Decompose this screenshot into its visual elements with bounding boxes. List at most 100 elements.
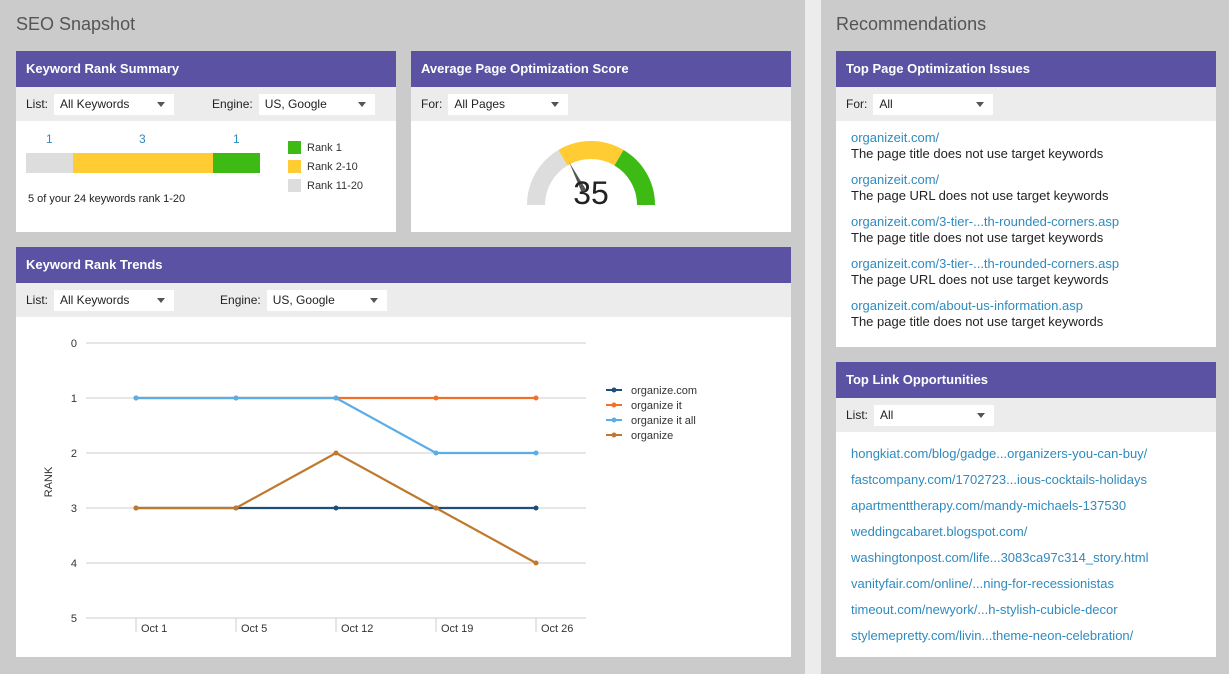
chevron-down-icon — [157, 101, 166, 107]
for-label: For: — [421, 97, 443, 111]
issue-item: organizeit.com/ The page title does not … — [851, 130, 1201, 162]
engine-select-value: US, Google — [264, 96, 327, 111]
filter-bar: List: All Keywords Engine: US, Google — [16, 283, 791, 317]
issue-description: The page title does not use target keywo… — [851, 314, 1104, 329]
links-filter-value: All — [880, 407, 894, 422]
pages-select[interactable]: All Pages — [448, 93, 569, 115]
rank-2-10-segment — [72, 153, 214, 173]
link-opportunity[interactable]: hongkiat.com/blog/gadge...organizers-you… — [851, 446, 1147, 461]
data-point — [233, 505, 239, 511]
chevron-down-icon — [976, 101, 985, 107]
link-opportunity[interactable]: weddingcabaret.blogspot.com/ — [851, 524, 1027, 539]
data-point — [433, 395, 439, 401]
link-opportunity[interactable]: stylemepretty.com/livin...theme-neon-cel… — [851, 628, 1133, 643]
issue-url-link[interactable]: organizeit.com/about-us-information.asp — [851, 298, 1083, 313]
issue-description: The page title does not use target keywo… — [851, 146, 1104, 161]
panel-header: Keyword Rank Summary — [16, 51, 396, 87]
legend-label: organize it — [631, 400, 682, 412]
engine-label: Engine: — [212, 97, 253, 111]
recommendations-title: Recommendations — [836, 14, 987, 34]
legend-label: organize — [631, 430, 673, 442]
issue-item: organizeit.com/3-tier-...th-rounded-corn… — [851, 256, 1201, 288]
links-filter-select[interactable]: All — [874, 404, 995, 426]
issues-filter-value: All — [879, 96, 893, 111]
issue-url-link[interactable]: organizeit.com/ — [851, 130, 939, 145]
list-select-value: All Keywords — [60, 292, 130, 307]
filter-bar: For: All — [836, 87, 1216, 121]
series-line — [136, 396, 536, 455]
link-opportunity[interactable]: timeout.com/newyork/...h-stylish-cubicle… — [851, 602, 1118, 617]
issue-item: organizeit.com/about-us-information.asp … — [851, 298, 1201, 330]
filter-bar: List: All — [836, 398, 1216, 432]
engine-label: Engine: — [220, 293, 261, 307]
seo-snapshot-title: SEO Snapshot — [16, 14, 136, 34]
issues-filter-select[interactable]: All — [873, 93, 994, 115]
rank-summary-body: 1 3 1 Rank 1 Rank 2-10 Rank 11-20 5 of y… — [16, 121, 396, 232]
data-point — [433, 505, 439, 511]
legend-marker — [611, 432, 617, 438]
chevron-down-icon — [551, 101, 560, 107]
y-tick-label: 0 — [71, 338, 77, 350]
legend-label: organize.com — [631, 385, 697, 397]
list-select[interactable]: All Keywords — [54, 93, 175, 115]
x-tick-label: Oct 1 — [141, 623, 167, 635]
issue-description: The page title does not use target keywo… — [851, 230, 1104, 245]
list-select[interactable]: All Keywords — [54, 289, 175, 311]
engine-select-value: US, Google — [272, 292, 335, 307]
filter-bar: For: All Pages — [411, 87, 791, 121]
legend-item: Rank 2-10 — [288, 157, 363, 176]
rank-2-10-count[interactable]: 3 — [139, 132, 146, 146]
legend-swatch — [288, 178, 301, 192]
data-point — [533, 505, 539, 511]
engine-select[interactable]: US, Google — [266, 289, 387, 311]
legend-marker — [611, 387, 617, 393]
rank-11-20-count[interactable]: 1 — [46, 132, 53, 146]
issue-url-link[interactable]: organizeit.com/3-tier-...th-rounded-corn… — [851, 214, 1119, 229]
issue-url-link[interactable]: organizeit.com/ — [851, 172, 939, 187]
issue-url-link[interactable]: organizeit.com/3-tier-...th-rounded-corn… — [851, 256, 1119, 271]
for-label: For: — [846, 97, 868, 111]
gauge-low-arc — [527, 149, 568, 206]
data-point — [533, 450, 539, 456]
legend-label: Rank 1 — [307, 141, 342, 154]
list-label: List: — [26, 293, 49, 307]
rank-1-count[interactable]: 1 — [233, 132, 240, 146]
filter-bar: List: All Keywords Engine: US, Google — [16, 87, 396, 121]
list-label: List: — [846, 408, 869, 422]
data-point — [133, 505, 139, 511]
data-point — [333, 505, 339, 511]
data-point — [533, 560, 539, 566]
issues-list: organizeit.com/ The page title does not … — [836, 121, 1216, 330]
chevron-down-icon — [357, 101, 366, 107]
data-point — [233, 395, 239, 401]
x-tick-label: Oct 5 — [241, 623, 267, 635]
rank-trend-chart: 0 1 2 3 4 5 RANK Oct 1 Oct 5 Oct 12 Oct 19 Oct 26 or… — [43, 338, 697, 635]
data-point — [133, 395, 139, 401]
list-label: List: — [26, 97, 49, 111]
legend-item: Rank 1 — [288, 138, 363, 157]
issue-item: organizeit.com/ The page URL does not us… — [851, 172, 1201, 204]
top-issues-panel: Top Page Optimization Issues For: All or… — [836, 51, 1216, 347]
keyword-rank-summary-panel: Keyword Rank Summary List: All Keywords … — [16, 51, 396, 232]
legend-label: Rank 11-20 — [307, 179, 364, 192]
link-opportunity[interactable]: washingtonpost.com/life...3083ca97c314_s… — [851, 550, 1148, 565]
data-point — [333, 450, 339, 456]
issue-description: The page URL does not use target keyword… — [851, 188, 1109, 203]
y-tick-label: 3 — [71, 503, 77, 515]
gauge-high-arc — [614, 149, 655, 206]
panel-header: Top Page Optimization Issues — [836, 51, 1216, 87]
link-opportunity[interactable]: fastcompany.com/1702723...ious-cocktails… — [851, 472, 1147, 487]
x-tick-label: Oct 12 — [341, 623, 373, 635]
y-tick-label: 2 — [71, 448, 77, 460]
column-divider — [805, 0, 821, 674]
link-opportunity[interactable]: apartmenttherapy.com/mandy-michaels-1375… — [851, 498, 1126, 513]
gauge-mid-arc — [558, 141, 624, 166]
link-opportunity[interactable]: vanityfair.com/online/...ning-for-recess… — [851, 576, 1114, 591]
engine-select[interactable]: US, Google — [258, 93, 375, 115]
list-select-value: All Keywords — [60, 96, 130, 111]
data-point — [333, 395, 339, 401]
issue-item: organizeit.com/3-tier-...th-rounded-corn… — [851, 214, 1201, 246]
panel-header: Top Link Opportunities — [836, 362, 1216, 398]
x-tick-label: Oct 26 — [541, 623, 573, 635]
keyword-rank-trends-panel: Keyword Rank Trends List: All Keywords E… — [16, 247, 791, 657]
